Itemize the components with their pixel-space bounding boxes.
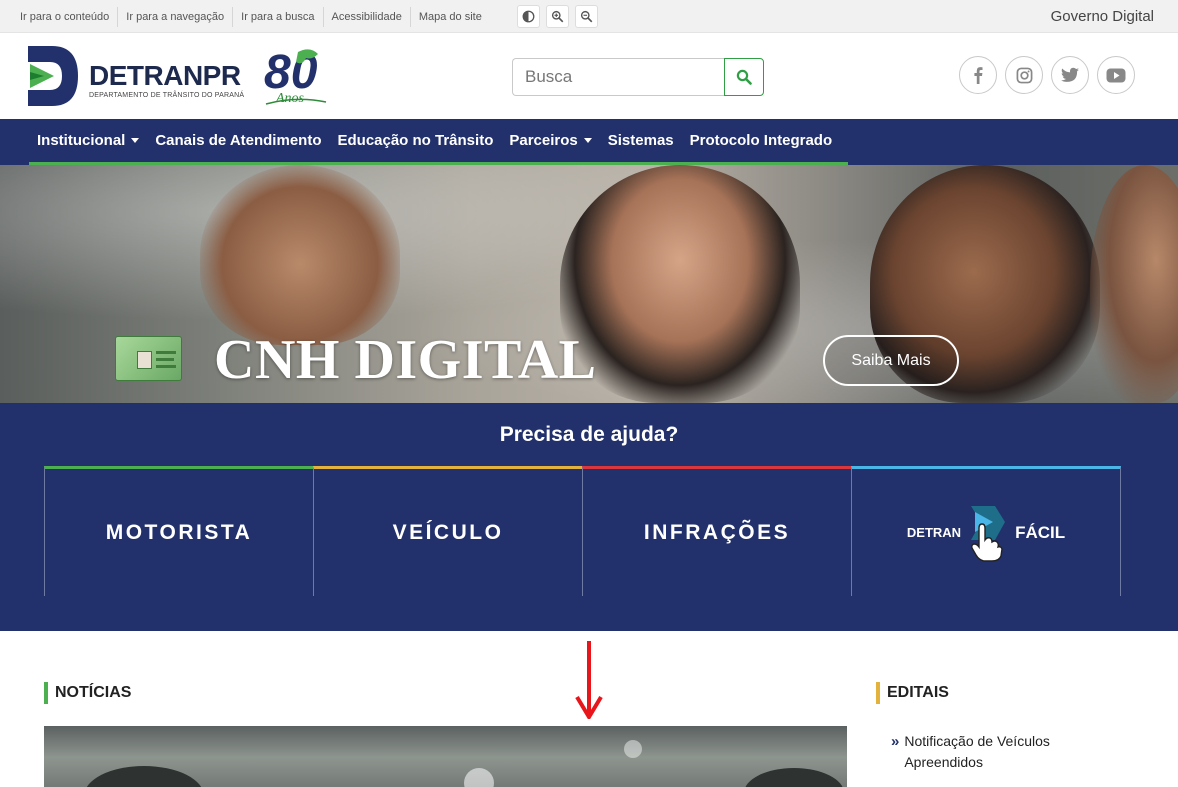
nav-item-protocolo-integrado[interactable]: Protocolo Integrado <box>682 119 841 162</box>
card-veiculo[interactable]: VEÍCULO <box>313 466 583 596</box>
edital-item[interactable]: » Notificação de Veículos Apreendidos <box>891 731 1091 773</box>
search-icon <box>736 69 752 85</box>
governo-digital-link[interactable]: Governo Digital <box>1051 0 1154 33</box>
nav-item-label: Educação no Trânsito <box>337 132 494 149</box>
accessibility-tools <box>517 5 598 28</box>
caret-down-icon <box>583 138 592 143</box>
card-label: VEÍCULO <box>392 520 504 544</box>
sitemap-link[interactable]: Mapa do site <box>411 7 490 27</box>
instagram-link[interactable] <box>1005 56 1043 94</box>
youtube-icon <box>1106 68 1126 82</box>
content-area: NOTÍCIAS EDITAIS » Notificação de Veícul… <box>0 631 1178 787</box>
zoom-out-icon <box>580 10 593 23</box>
nav-item-sistemas[interactable]: Sistemas <box>600 119 682 162</box>
cnh-card-icon <box>115 336 182 381</box>
contrast-button[interactable] <box>517 5 540 28</box>
hero-person-1 <box>200 165 400 345</box>
facil-right-text: FÁCIL <box>1015 522 1066 542</box>
contrast-icon <box>522 10 535 23</box>
hand-cursor-icon <box>971 505 1006 562</box>
nav-item-canais-de-atendimento[interactable]: Canais de Atendimento <box>147 119 329 162</box>
nav-list: Institucional Canais de Atendimento Educ… <box>29 119 849 165</box>
card-infracoes[interactable]: INFRAÇÕES <box>582 466 852 596</box>
nav-item-label: Canais de Atendimento <box>155 132 322 149</box>
detran-facil-logo: DETRAN FÁCIL <box>907 504 1065 562</box>
search-button[interactable] <box>724 58 764 96</box>
nav-item-institucional[interactable]: Institucional <box>29 119 147 162</box>
news-featured-image[interactable] <box>44 726 847 787</box>
card-motorista[interactable]: MOTORISTA <box>44 466 314 596</box>
nav-item-label: Sistemas <box>607 132 674 149</box>
main-navigation: Institucional Canais de Atendimento Educ… <box>0 119 1178 165</box>
youtube-link[interactable] <box>1097 56 1135 94</box>
brand-text: DETRANPR DEPARTAMENTO DE TRÂNSITO DO PAR… <box>89 61 245 100</box>
search-form <box>512 58 764 96</box>
detran-logo-icon[interactable] <box>28 46 78 106</box>
help-section: Precisa de ajuda? MOTORISTA VEÍCULO INFR… <box>0 403 1178 631</box>
accessibility-bar: Ir para o conteúdo Ir para a navegação I… <box>0 0 1178 33</box>
nav-item-label: Parceiros <box>509 132 578 149</box>
search-input[interactable] <box>512 58 724 96</box>
80-anos-logo-icon: 80 Anos <box>264 46 327 106</box>
twitter-link[interactable] <box>1051 56 1089 94</box>
skip-to-search-link[interactable]: Ir para a busca <box>233 6 324 27</box>
facebook-icon <box>974 67 983 84</box>
nav-item-parceiros[interactable]: Parceiros <box>501 119 599 162</box>
instagram-icon <box>1016 67 1032 83</box>
help-cards: MOTORISTA VEÍCULO INFRAÇÕES DETRAN FÁCIL <box>44 466 1121 596</box>
nav-item-label: Protocolo Integrado <box>689 132 833 149</box>
accessibility-links: Ir para o conteúdo Ir para a navegação I… <box>12 0 490 33</box>
card-label: INFRAÇÕES <box>643 520 791 544</box>
skip-to-navigation-link[interactable]: Ir para a navegação <box>118 6 234 27</box>
brand-pr: PR <box>202 60 241 91</box>
twitter-icon <box>1061 67 1079 82</box>
editais-heading: EDITAIS <box>876 682 949 704</box>
accessibility-link[interactable]: Acessibilidade <box>324 6 411 27</box>
zoom-in-icon <box>551 10 564 23</box>
site-header: DETRANPR DEPARTAMENTO DE TRÂNSITO DO PAR… <box>0 34 1178 119</box>
brand-subtitle: DEPARTAMENTO DE TRÂNSITO DO PARANÁ <box>89 92 245 99</box>
hero-banner[interactable]: CNH DIGITAL Saiba Mais <box>0 165 1178 403</box>
anos-label: Anos <box>275 91 305 106</box>
social-links <box>959 56 1135 94</box>
caret-down-icon <box>131 138 140 143</box>
edital-item-label: Notificação de Veículos Apreendidos <box>904 733 1050 770</box>
card-detran-facil[interactable]: DETRAN FÁCIL <box>851 466 1121 596</box>
nav-item-educacao-no-transito[interactable]: Educação no Trânsito <box>329 119 501 162</box>
noticias-heading: NOTÍCIAS <box>44 682 131 704</box>
facebook-link[interactable] <box>959 56 997 94</box>
arrow-down-icon <box>575 641 603 719</box>
double-chevron-right-icon: » <box>891 733 900 750</box>
skip-to-content-link[interactable]: Ir para o conteúdo <box>12 6 119 27</box>
brand-name: DETRANPR <box>89 61 244 91</box>
facil-left-text: DETRAN <box>906 525 962 540</box>
brand-main: DETRAN <box>89 60 203 91</box>
help-title: Precisa de ajuda? <box>499 423 679 446</box>
card-label: MOTORISTA <box>105 520 253 544</box>
zoom-in-button[interactable] <box>546 5 569 28</box>
saiba-mais-button[interactable]: Saiba Mais <box>823 335 959 386</box>
hero-title: CNH DIGITAL <box>214 329 597 391</box>
nav-item-label: Institucional <box>37 132 126 149</box>
zoom-out-button[interactable] <box>575 5 598 28</box>
